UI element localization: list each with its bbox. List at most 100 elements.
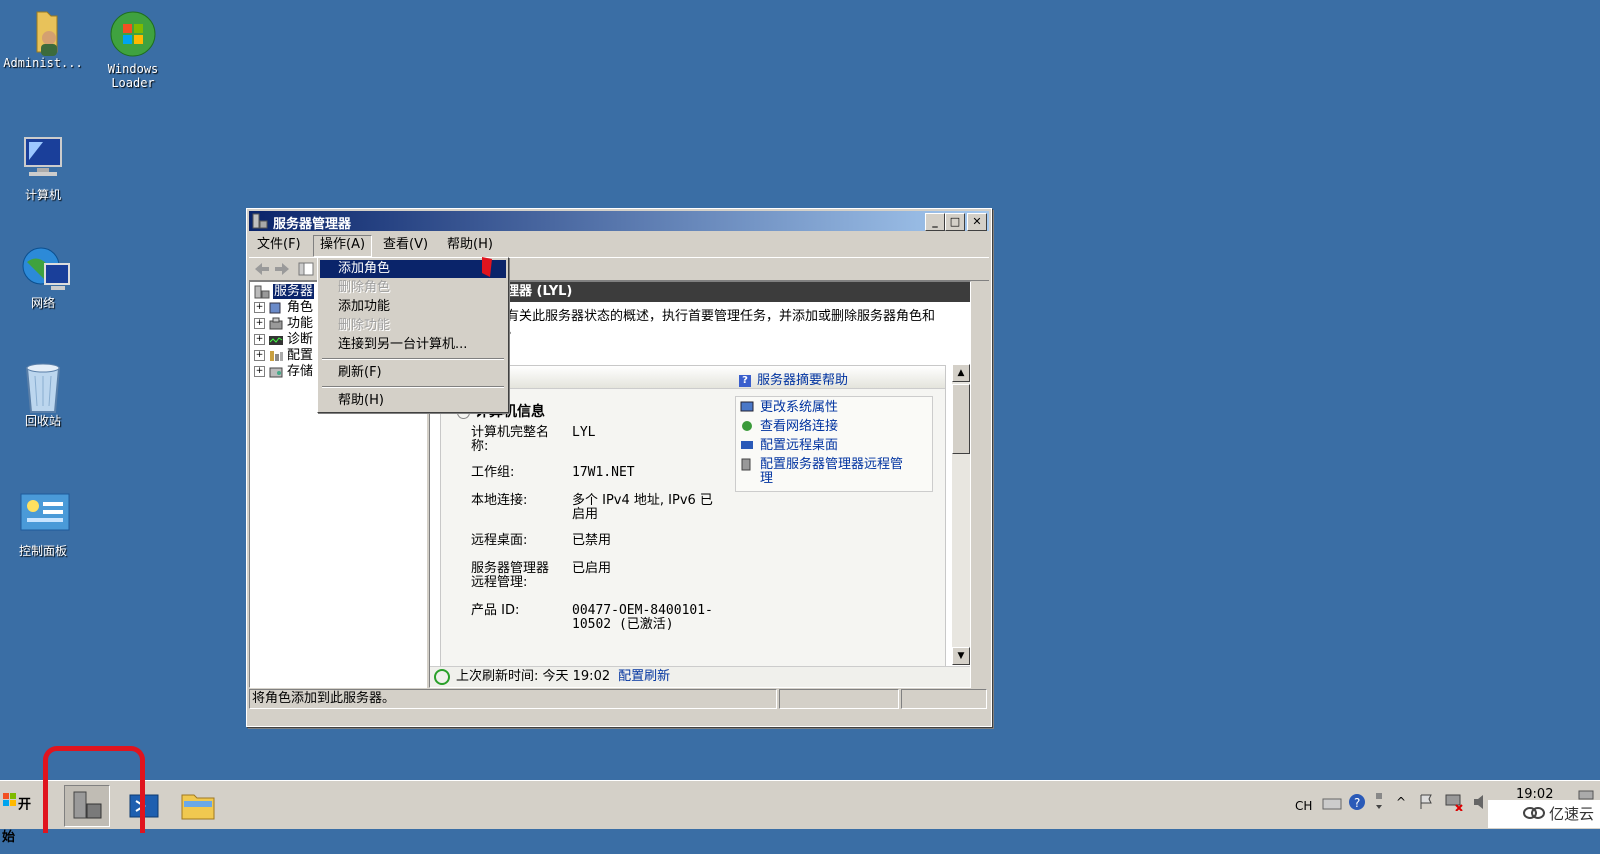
tree-item-features[interactable]: + 功能 (254, 316, 313, 332)
windows-orb-icon (109, 10, 157, 58)
show-hidden-icons-icon[interactable]: ^ (1396, 795, 1406, 809)
red-highlight-annotation (43, 746, 145, 833)
forward-arrow-icon[interactable] (273, 261, 291, 277)
summary-help-link[interactable]: ? 服务器摘要帮助 (739, 369, 848, 388)
link-configure-remote-management[interactable]: 配置服务器管理器远程管理 (740, 458, 910, 486)
desktop-icon-label: 控制面板 (18, 544, 67, 558)
field-key: 计算机完整名称: (471, 425, 550, 454)
expand-icon[interactable]: + (254, 366, 265, 377)
desktop-icon-network[interactable]: 网络 (0, 244, 88, 310)
expand-icon[interactable]: + (254, 302, 265, 313)
link-label: 更改系统属性 (760, 400, 839, 415)
tree-item-configuration[interactable]: + 配置 (254, 348, 313, 364)
link-change-system-properties[interactable]: 更改系统属性 (740, 401, 838, 415)
desktop-icon-recycle-bin[interactable]: 回收站 (0, 362, 88, 428)
tree-item-label: 配置 (287, 348, 314, 363)
menu-connect-another-computer[interactable]: 连接到另一台计算机... (320, 336, 506, 354)
maximize-button[interactable]: □ (945, 213, 965, 231)
recycle-bin-icon (19, 362, 67, 413)
tree-item-label: 功能 (287, 316, 314, 331)
scroll-down-icon[interactable]: ▼ (952, 647, 970, 665)
help-icon[interactable]: ? (1348, 793, 1366, 815)
svg-text:?: ? (1354, 796, 1360, 810)
server-manager-icon (252, 213, 268, 229)
last-refresh-text: 上次刷新时间: 今天 19:02 (456, 669, 611, 684)
pane-description: 获取有关此服务器状态的概述，执行首要管理任务，并添加或删除服务器角色和功能。 (480, 309, 936, 338)
vertical-scrollbar[interactable]: ▲ ▼ (952, 364, 970, 665)
close-button[interactable]: ✕ (967, 213, 987, 231)
refresh-bar: 上次刷新时间: 今天 19:02 配置刷新 (430, 666, 970, 687)
field-value: 已禁用 (572, 533, 612, 548)
menu-separator (322, 386, 504, 388)
menu-view[interactable]: 查看(V) (377, 235, 434, 255)
menu-remove-roles: 删除角色 (338, 280, 391, 295)
computer-icon (19, 136, 67, 184)
console-tree-icon[interactable] (297, 261, 315, 277)
options-icon[interactable] (1374, 791, 1384, 817)
server-summary-panel: 摘要 ?服务器摘要帮助 ^计算机信息 计算机完整名称: LYL 工作组: 17W… (440, 365, 946, 667)
menu-help-item[interactable]: 帮助(H) (320, 392, 506, 410)
summary-links: 更改系统属性 查看网络连接 配置远程桌面 配置服务器管理器远程管理 (735, 396, 933, 492)
tree-item-roles[interactable]: + 角色 (254, 300, 313, 316)
remote-management-icon (740, 458, 754, 471)
keyboard-icon[interactable] (1322, 795, 1342, 815)
summary-header[interactable]: 摘要 ?服务器摘要帮助 (441, 366, 945, 389)
user-folder-icon (19, 4, 67, 56)
pane-header: 理器 (LYL) (430, 282, 970, 302)
features-icon (268, 317, 284, 331)
summary-help-label: 服务器摘要帮助 (757, 373, 849, 388)
menu-add-roles[interactable]: 添加角色 (320, 260, 506, 278)
desktop-icon-administrator[interactable]: Administ... (0, 4, 88, 70)
menu-refresh[interactable]: 刷新(F) (320, 364, 506, 382)
language-indicator[interactable]: CH (1295, 799, 1312, 813)
expand-icon[interactable]: + (254, 318, 265, 329)
configure-refresh-link[interactable]: 配置刷新 (618, 669, 670, 684)
help-icon: ? (739, 374, 751, 387)
menu-action[interactable]: 操作(A) (313, 235, 373, 257)
tree-item-label: 服务器 (273, 284, 315, 299)
network-connections-icon (740, 420, 754, 433)
content-pane: 理器 (LYL) 获取有关此服务器状态的概述，执行首要管理任务，并添加或删除服务… (429, 281, 971, 688)
minimize-button[interactable]: _ (925, 213, 945, 231)
action-center-flag-icon[interactable] (1418, 793, 1436, 815)
storage-icon (268, 365, 284, 379)
start-button[interactable]: 开始 (2, 789, 42, 845)
system-properties-icon (740, 401, 754, 414)
link-view-network-connections[interactable]: 查看网络连接 (740, 420, 838, 434)
title-bar[interactable]: 服务器管理器 _ □ ✕ (249, 211, 989, 232)
menu-add-features[interactable]: 添加功能 (320, 298, 506, 316)
back-arrow-icon[interactable] (253, 261, 271, 277)
field-key: 远程桌面: (471, 533, 528, 548)
desktop-icon-windows-loader[interactable]: Windows Loader (88, 10, 178, 90)
link-configure-remote-desktop[interactable]: 配置远程桌面 (740, 439, 838, 453)
tree-item-storage[interactable]: + 存储 (254, 364, 313, 380)
expand-icon[interactable]: + (254, 334, 265, 345)
window-title: 服务器管理器 (273, 217, 352, 232)
field-key: 本地连接: (471, 493, 528, 508)
taskbar-explorer[interactable] (176, 785, 220, 825)
field-key: 产品 ID: (471, 603, 520, 618)
status-segment (901, 689, 987, 709)
scroll-up-icon[interactable]: ▲ (952, 364, 970, 382)
network-globe-icon (19, 244, 70, 292)
field-value: 已启用 (572, 561, 612, 576)
field-value: 17W1.NET (572, 465, 635, 480)
tree-item-label: 角色 (287, 300, 314, 315)
desktop-icon-control-panel[interactable]: 控制面板 (0, 492, 88, 558)
windows-logo-icon (2, 789, 18, 821)
expand-icon[interactable]: + (254, 350, 265, 361)
diagnostics-icon (268, 333, 284, 347)
tree-item-diagnostics[interactable]: + 诊断 (254, 332, 313, 348)
desktop-icon-computer[interactable]: 计算机 (0, 136, 88, 202)
desktop-icon-label: 计算机 (24, 188, 61, 202)
tree-item-label: 诊断 (287, 332, 314, 347)
refresh-icon (434, 668, 450, 685)
link-label: 配置服务器管理器远程管理 (760, 457, 904, 486)
scroll-thumb[interactable] (952, 384, 970, 454)
menu-file[interactable]: 文件(F) (251, 235, 307, 255)
menu-help[interactable]: 帮助(H) (441, 235, 499, 255)
tree-item-server[interactable]: 服务器 (254, 284, 315, 300)
network-tray-icon[interactable] (1444, 793, 1464, 815)
field-value: 多个 IPv4 地址, IPv6 已启用 (572, 493, 713, 522)
tree-item-label: 存储 (287, 364, 314, 379)
